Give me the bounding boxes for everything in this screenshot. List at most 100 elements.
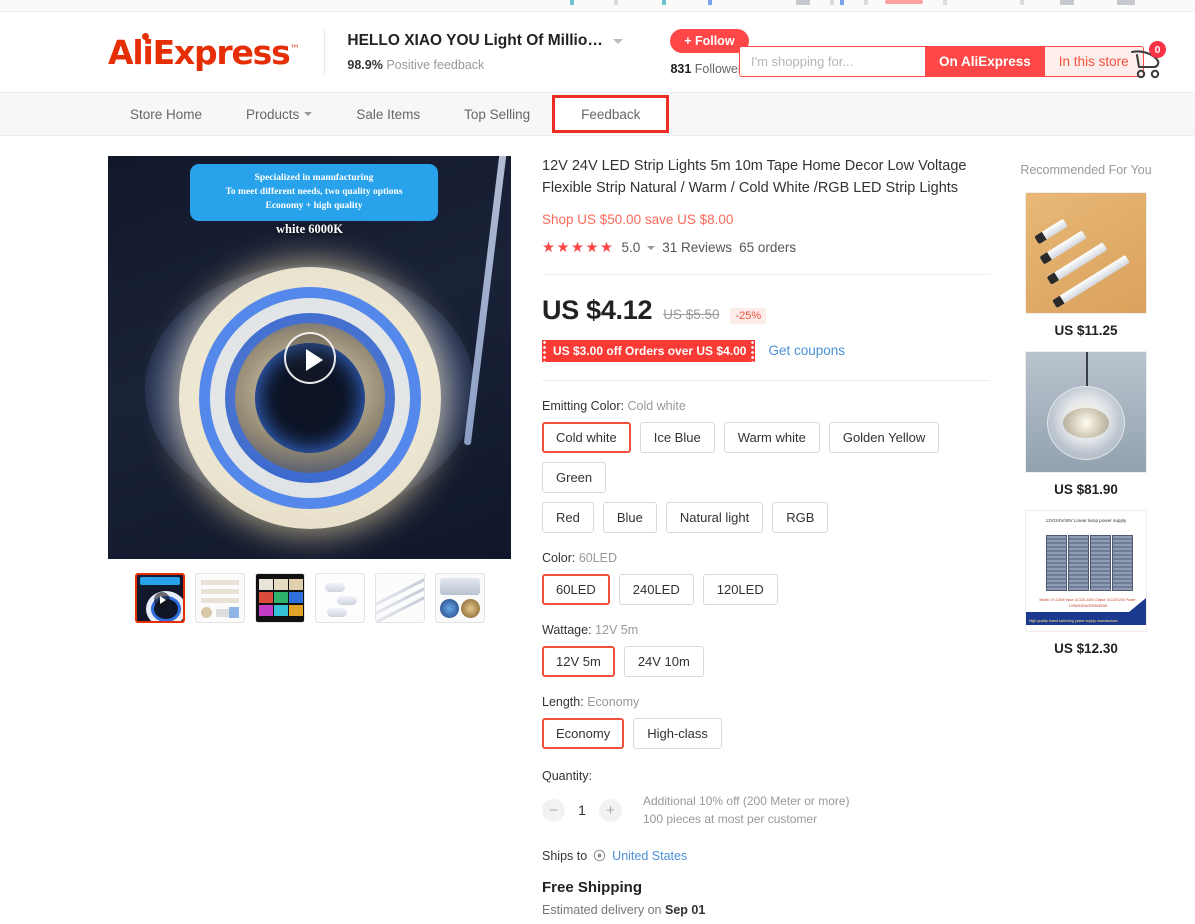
- option-label-emitting-color: Emitting Color: Cold white: [542, 399, 990, 413]
- store-meta: HELLO XIAO YOU Light Of Million Hope... …: [347, 32, 637, 72]
- option-selected-value: Cold white: [627, 398, 686, 413]
- corner-triangle-decoration: [1129, 598, 1146, 613]
- option-selected-value: 60LED: [578, 550, 618, 565]
- current-price: US $4.12: [542, 294, 653, 325]
- nav-label: Top Selling: [464, 106, 531, 122]
- divider: [542, 379, 990, 381]
- option-group-length: Length: Economy Economy High-class: [542, 695, 990, 749]
- free-shipping-title: Free Shipping: [542, 878, 643, 896]
- aliexpress-product-page: AliExpress™ HELLO XIAO YOU Light Of Mill…: [0, 0, 1195, 924]
- coupon-row: US $3.00 off Orders over US $4.00 Get co…: [542, 339, 990, 362]
- thumbnail-strip: [108, 573, 511, 623]
- recommended-price-1: US $11.25: [1054, 323, 1118, 339]
- option-chip-rgb[interactable]: RGB: [772, 501, 829, 533]
- search-input[interactable]: [740, 47, 925, 76]
- original-price: US $5.50: [663, 306, 720, 322]
- feedback-percent: 98.9%: [347, 58, 383, 72]
- search-box: On AliExpress In this store: [739, 46, 1144, 77]
- option-label-text: Color:: [542, 550, 576, 565]
- option-chip-natural-light[interactable]: Natural light: [665, 501, 764, 533]
- thumbnail-video[interactable]: [135, 573, 185, 623]
- play-video-button[interactable]: [283, 331, 336, 384]
- thumbnail-strip-coil[interactable]: [315, 573, 365, 623]
- nav-item-sale-items[interactable]: Sale Items: [334, 92, 442, 136]
- option-chip-cold-white[interactable]: Cold white: [542, 421, 631, 453]
- recommended-rail: Recommended For You US $11.25 US $81.90: [1016, 156, 1156, 924]
- recommended-image-3-footer-text: High quality brand switching power suppl…: [1029, 619, 1119, 624]
- recommended-item-crystal-globe-pendant[interactable]: US $81.90: [1016, 351, 1156, 497]
- recommended-item-linear-lamp-power-supply[interactable]: 12V/24V/48V Linear lamp power supply Mod…: [1016, 510, 1156, 656]
- option-chip-120led[interactable]: 120LED: [702, 573, 778, 605]
- ships-to-country[interactable]: United States: [612, 849, 687, 863]
- hero-image[interactable]: Specialized in manufacturing To meet dif…: [108, 156, 511, 559]
- hero-caption: white 6000K: [275, 222, 343, 236]
- recommended-item-led-bar-lights[interactable]: US $11.25: [1016, 192, 1156, 338]
- search-on-aliexpress-button[interactable]: On AliExpress: [925, 47, 1045, 76]
- orders-count: 65 orders: [739, 240, 797, 255]
- estimated-delivery-date: Sep 01: [665, 902, 706, 917]
- option-chip-12v-5m[interactable]: 12V 5m: [542, 645, 615, 677]
- chevron-down-icon[interactable]: [647, 245, 656, 250]
- get-coupons-link[interactable]: Get coupons: [768, 343, 845, 358]
- option-chip-green[interactable]: Green: [542, 461, 607, 493]
- nav-label: Store Home: [130, 106, 203, 122]
- star-rating-icon: ★★★★★: [542, 239, 615, 256]
- recommended-image-1: [1025, 192, 1147, 315]
- coupon-badge: US $3.00 off Orders over US $4.00: [542, 339, 756, 362]
- logo-trademark: ™: [289, 43, 300, 55]
- option-chip-ice-blue[interactable]: Ice Blue: [639, 421, 715, 453]
- nav-item-products[interactable]: Products: [224, 92, 334, 136]
- logo-text: AliExpress: [108, 32, 291, 72]
- thumbnail-strip-lines[interactable]: [375, 573, 425, 623]
- reviews-count[interactable]: 31 Reviews: [662, 240, 732, 255]
- cart-button[interactable]: 0: [1128, 41, 1172, 81]
- option-group-emitting-color: Emitting Color: Cold white Cold white Ic…: [542, 399, 990, 533]
- recommended-image-3: 12V/24V/48V Linear lamp power supply Mod…: [1025, 510, 1147, 633]
- option-chip-blue[interactable]: Blue: [602, 501, 657, 533]
- option-selected-value: Economy: [587, 694, 640, 709]
- follow-button[interactable]: + Follow: [670, 28, 749, 53]
- nav-item-store-home[interactable]: Store Home: [108, 92, 224, 136]
- store-header: AliExpress™ HELLO XIAO YOU Light Of Mill…: [0, 12, 1195, 92]
- quantity-note-discount: Additional 10% off (200 Meter or more): [643, 793, 850, 808]
- thumbnail-spec-table[interactable]: [195, 573, 245, 623]
- header-divider: [324, 30, 326, 74]
- option-chip-60led[interactable]: 60LED: [542, 573, 610, 605]
- option-chip-high-class[interactable]: High-class: [633, 717, 722, 749]
- option-chip-24v-10m[interactable]: 24V 10m: [623, 645, 704, 677]
- crystal-cluster-decoration: [1063, 408, 1109, 439]
- thumbnail-reel-closeup[interactable]: [435, 573, 485, 623]
- estimated-delivery-line: Estimated delivery on Sep 01: [542, 903, 990, 917]
- option-chip-economy[interactable]: Economy: [542, 717, 625, 749]
- option-chip-golden-yellow[interactable]: Golden Yellow: [828, 421, 940, 453]
- quantity-notes: Additional 10% off (200 Meter or more) 1…: [643, 792, 850, 829]
- chevron-down-icon[interactable]: [613, 38, 624, 44]
- led-strip-decoration: [463, 156, 508, 446]
- nav-item-top-selling[interactable]: Top Selling: [442, 92, 552, 136]
- hero-banner-line-2: To meet different needs, two quality opt…: [225, 186, 403, 197]
- main-content: Specialized in manufacturing To meet dif…: [0, 136, 1195, 924]
- followers-count: 831: [670, 61, 692, 76]
- option-group-color: Color: 60LED 60LED 240LED 120LED: [542, 551, 990, 605]
- aliexpress-logo[interactable]: AliExpress™: [108, 32, 300, 72]
- nav-item-feedback[interactable]: Feedback: [552, 95, 670, 133]
- thumbnail-color-grid[interactable]: [255, 573, 305, 623]
- option-chip-red[interactable]: Red: [542, 501, 594, 533]
- recommended-price-3: US $12.30: [1054, 641, 1118, 657]
- quantity-increase-button[interactable]: +: [599, 798, 622, 822]
- divider: [542, 273, 990, 275]
- store-name[interactable]: HELLO XIAO YOU Light Of Million Hope...: [347, 32, 605, 50]
- option-chip-warm-white[interactable]: Warm white: [723, 421, 820, 453]
- nav-label: Feedback: [581, 106, 641, 122]
- option-label-wattage: Wattage: 12V 5m: [542, 623, 990, 637]
- quantity-decrease-button[interactable]: −: [542, 798, 565, 822]
- shop-save-promo[interactable]: Shop US $50.00 save US $8.00: [542, 212, 990, 227]
- location-pin-icon: [593, 849, 606, 862]
- option-chip-240led[interactable]: 240LED: [618, 573, 694, 605]
- option-label-color: Color: 60LED: [542, 551, 990, 565]
- recommended-image-2: [1025, 351, 1147, 474]
- recommended-price-2: US $81.90: [1054, 482, 1118, 498]
- rating-row: ★★★★★ 5.0 31 Reviews 65 orders: [542, 240, 990, 256]
- discount-badge: -25%: [730, 307, 767, 324]
- option-group-wattage: Wattage: 12V 5m 12V 5m 24V 10m: [542, 623, 990, 677]
